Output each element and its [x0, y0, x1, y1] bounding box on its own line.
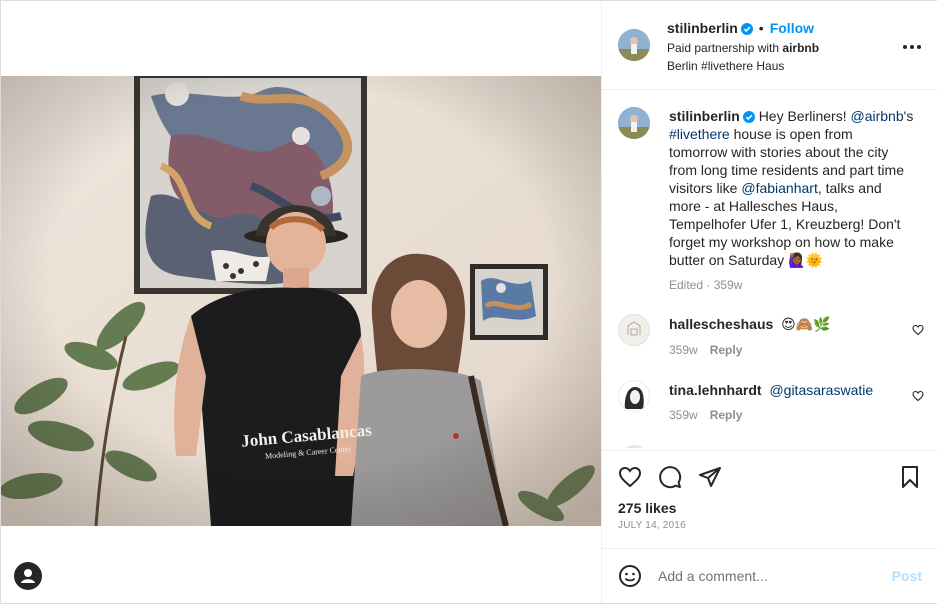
action-bar: 275 likes JULY 14, 2016	[602, 450, 937, 548]
avatar-image	[618, 29, 650, 61]
comment-avatar-tina[interactable]	[618, 380, 650, 412]
caption-avatar[interactable]	[618, 107, 650, 139]
post-sidebar: stilinberlin • Follow Paid partnership wit…	[601, 1, 937, 603]
comments-section[interactable]: stilinberlin Hey Berliners! @airbnb's #l…	[602, 91, 937, 448]
paid-partnership-line: Paid partnership with airbnb	[667, 41, 819, 55]
mention-fabianhart[interactable]: @fabianhart	[741, 180, 817, 196]
likes-count[interactable]: 275 likes	[618, 500, 676, 516]
more-dot	[910, 45, 914, 49]
reply-button[interactable]: Reply	[710, 343, 743, 357]
post-photo[interactable]: John Casablancas Modeling & Career Cente…	[1, 76, 601, 526]
comment-text: 😍🙈🌿	[781, 316, 831, 332]
caption-text-1: Hey Berliners!	[758, 108, 851, 124]
header-title-row: stilinberlin • Follow	[667, 20, 814, 36]
hashtag-livethere[interactable]: #livethere	[669, 126, 730, 142]
post-date: JULY 14, 2016	[618, 520, 686, 531]
more-options-button[interactable]	[900, 35, 924, 59]
post-location[interactable]: Berlin #livethere Haus	[667, 59, 784, 73]
author-avatar[interactable]	[618, 29, 650, 61]
post-header: stilinberlin • Follow Paid partnership wit…	[602, 1, 937, 90]
caption-edited-time: Edited · 359w	[669, 278, 743, 292]
comment-hallescheshaus: hallescheshaus 😍🙈🌿 359w Reply	[669, 316, 831, 357]
partner-link[interactable]: airbnb	[782, 41, 819, 55]
avatar-image	[618, 107, 650, 139]
follow-button[interactable]: Follow	[770, 20, 814, 36]
comment-avatar-partial[interactable]	[618, 445, 650, 448]
post-comment-button[interactable]: Post	[892, 568, 922, 584]
bookmark-icon[interactable]	[898, 465, 922, 489]
media-column: John Casablancas Modeling & Career Cente…	[1, 1, 601, 603]
author-username[interactable]: stilinberlin	[667, 20, 738, 36]
comment-time: 359w	[669, 408, 698, 422]
emoji-icon[interactable]	[618, 564, 642, 588]
separator-dot: •	[758, 20, 764, 36]
reply-button[interactable]: Reply	[710, 408, 743, 422]
more-options-icon	[903, 45, 907, 49]
comment-time: 359w	[669, 343, 698, 357]
comment-input[interactable]	[658, 566, 878, 586]
heart-icon[interactable]	[618, 465, 642, 489]
share-icon[interactable]	[698, 465, 722, 489]
comment-avatar-hallescheshaus[interactable]	[618, 314, 650, 346]
mention-airbnb[interactable]: @airbnb	[851, 108, 904, 124]
caption: stilinberlin Hey Berliners! @airbnb's #l…	[669, 107, 914, 294]
comment-username[interactable]: hallescheshaus	[669, 316, 773, 332]
comment-tina-lehnhardt: tina.lehnhardt @gitasaraswatie 359w Reply	[669, 382, 873, 422]
more-dot	[917, 45, 921, 49]
verified-badge-icon	[742, 111, 755, 123]
avatar-image	[624, 387, 644, 409]
caption-text-2: 's	[903, 108, 914, 124]
verified-badge-icon	[740, 23, 753, 35]
avatar-image	[627, 321, 641, 336]
comment-composer: Post	[602, 548, 937, 603]
paid-partnership-label: Paid partnership with	[667, 41, 780, 55]
post-dialog: John Casablancas Modeling & Career Cente…	[0, 0, 937, 604]
user-tag-icon	[21, 569, 35, 583]
comment-like-icon[interactable]	[912, 390, 924, 402]
comment-mention[interactable]: @gitasaraswatie	[769, 382, 873, 398]
user-tag-button[interactable]	[14, 562, 42, 590]
caption-username[interactable]: stilinberlin	[669, 108, 740, 124]
comment-like-icon[interactable]	[912, 324, 924, 336]
comment-username[interactable]: tina.lehnhardt	[669, 382, 762, 398]
comment-icon[interactable]	[658, 465, 682, 489]
